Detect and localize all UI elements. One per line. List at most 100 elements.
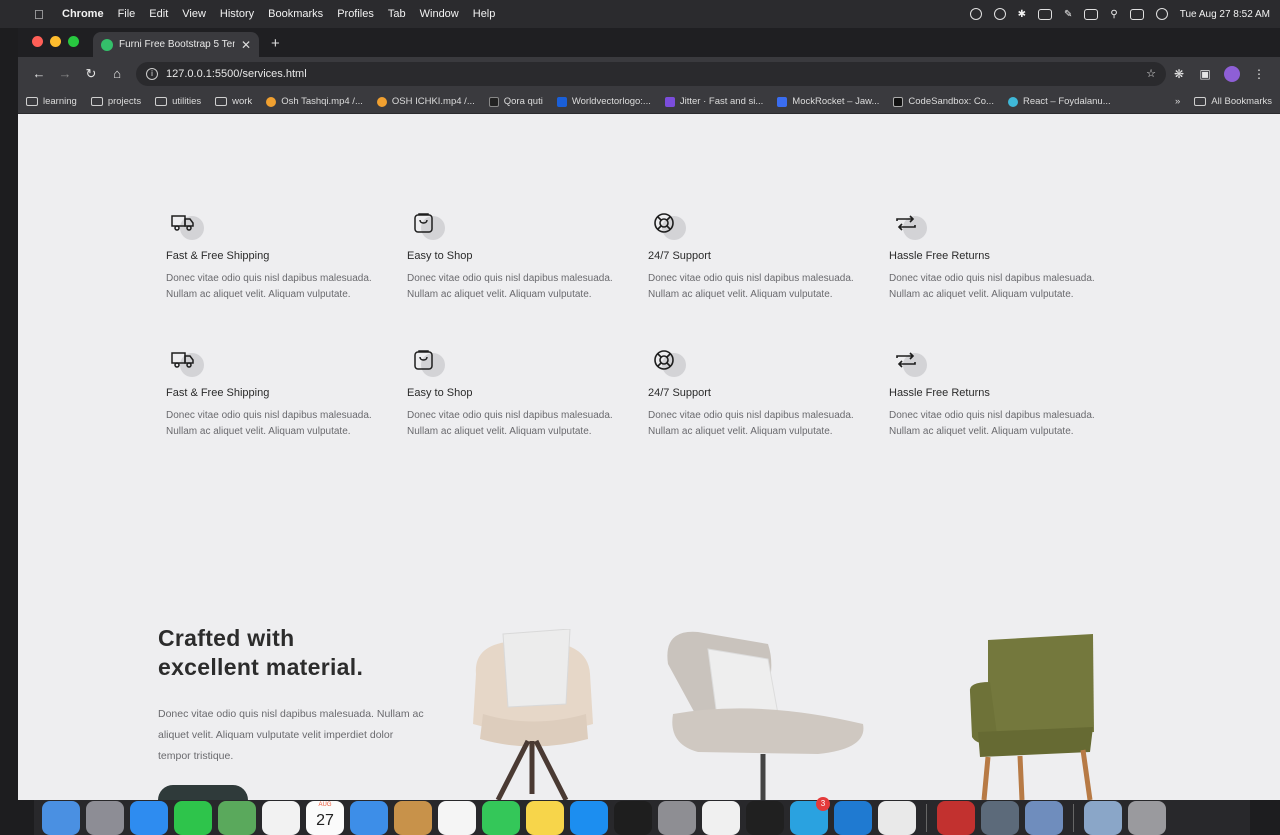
figma-icon[interactable] <box>614 800 652 835</box>
address-url[interactable]: 127.0.0.1:5500/services.html <box>166 68 1138 80</box>
app-store-icon[interactable] <box>570 800 608 835</box>
bookmark-folder-learning[interactable]: learning <box>26 96 77 107</box>
close-tab-icon[interactable]: ✕ <box>241 38 251 52</box>
finder-icon[interactable] <box>42 800 80 835</box>
bookmark-worldvectorlogo[interactable]: Worldvectorlogo:... <box>556 96 651 107</box>
forward-arrow-icon[interactable]: → <box>52 66 78 81</box>
chrome-tab-strip: Furni Free Bootstrap 5 Templ ✕ + <box>18 28 1280 57</box>
display-icon[interactable] <box>993 8 1006 20</box>
bag-icon <box>414 213 433 233</box>
reload-icon[interactable]: ↻ <box>78 66 104 82</box>
feature-title: Hassle Free Returns <box>889 250 990 262</box>
status-area: ✱ ✎ ⚲ Tue Aug 27 8:52 AM <box>969 8 1270 20</box>
feature-icon-wrap <box>889 343 933 381</box>
active-tab[interactable]: Furni Free Bootstrap 5 Templ ✕ <box>93 32 259 57</box>
zoom-window-button[interactable] <box>68 36 79 47</box>
vscode-icon[interactable] <box>834 800 872 835</box>
back-arrow-icon[interactable]: ← <box>26 66 52 81</box>
preview-icon[interactable] <box>981 800 1019 835</box>
feature-icon-wrap <box>407 343 451 381</box>
close-window-button[interactable] <box>32 36 43 47</box>
extension-icon[interactable]: ❋ <box>1166 67 1192 81</box>
menu-help[interactable]: Help <box>473 8 496 20</box>
explore-button[interactable] <box>158 785 248 800</box>
menu-tab[interactable]: Tab <box>388 8 406 20</box>
dictionary-icon[interactable] <box>937 800 975 835</box>
bookmark-label: Osh Tashqi.mp4 /... <box>281 96 363 107</box>
control-center-icon[interactable] <box>1129 8 1144 20</box>
extensions-puzzle-icon[interactable]: ▣ <box>1192 67 1218 81</box>
new-tab-button[interactable]: + <box>271 35 280 52</box>
chrome-menu-icon[interactable]: ⋮ <box>1246 67 1272 81</box>
mirror-app-icon[interactable] <box>702 800 740 835</box>
launchpad-icon[interactable] <box>86 800 124 835</box>
pen-icon[interactable]: ✎ <box>1064 9 1072 20</box>
reminders-icon[interactable] <box>438 800 476 835</box>
folder-icon <box>155 97 168 106</box>
menu-profiles[interactable]: Profiles <box>337 8 374 20</box>
siri-icon[interactable] <box>1155 8 1168 20</box>
mail-icon[interactable] <box>350 800 388 835</box>
menu-edit[interactable]: Edit <box>149 8 168 20</box>
menu-file[interactable]: File <box>118 8 136 20</box>
calendar-icon[interactable]: AUG 27 <box>306 800 344 835</box>
menu-app-chrome[interactable]: Chrome <box>62 8 104 20</box>
maps-icon[interactable] <box>218 800 256 835</box>
bookmarks-overflow-button[interactable]: » <box>1175 96 1180 107</box>
bookmark-jitter[interactable]: Jitter · Fast and si... <box>664 96 763 107</box>
grey-lounge-chair-image[interactable] <box>658 624 878 800</box>
feature-description: Donec vitae odio quis nisl dapibus males… <box>166 273 372 300</box>
all-bookmarks-button[interactable]: All Bookmarks <box>1194 96 1272 107</box>
spotlight-search-icon[interactable]: ⚲ <box>1110 9 1117 20</box>
address-bar[interactable]: i 127.0.0.1:5500/services.html ☆ <box>136 61 1166 86</box>
bookmark-osh-tashqi[interactable]: Osh Tashqi.mp4 /... <box>266 96 363 107</box>
downloads-stack-icon[interactable] <box>1025 800 1063 835</box>
notes-icon[interactable] <box>526 800 564 835</box>
bluetooth-icon[interactable]: ✱ <box>1018 9 1026 20</box>
terminal-icon[interactable] <box>746 800 784 835</box>
menu-history[interactable]: History <box>220 8 254 20</box>
bookmark-mockrocket[interactable]: MockRocket – Jaw... <box>777 96 879 107</box>
folder-icon <box>215 97 228 106</box>
menu-window[interactable]: Window <box>420 8 459 20</box>
feature-title: 24/7 Support <box>648 387 711 399</box>
bookmark-codesandbox[interactable]: CodeSandbox: Co... <box>893 96 994 107</box>
safari-icon[interactable] <box>130 800 168 835</box>
beige-armchair-image[interactable] <box>458 629 608 800</box>
menu-bookmarks[interactable]: Bookmarks <box>268 8 323 20</box>
menu-view[interactable]: View <box>182 8 206 20</box>
messages-icon[interactable] <box>174 800 212 835</box>
trash-icon[interactable] <box>1128 800 1166 835</box>
folder-icon <box>90 97 103 106</box>
crafted-heading-line1: Crafted with <box>158 625 295 651</box>
bookmark-osh-ichki[interactable]: OSH ICHKI.mp4 /... <box>376 96 475 107</box>
menubar-clock[interactable]: Tue Aug 27 8:52 AM <box>1180 9 1270 20</box>
feature-title: Fast & Free Shipping <box>166 250 270 262</box>
minimize-window-button[interactable] <box>50 36 61 47</box>
window-controls <box>18 36 93 57</box>
apple-menu-icon[interactable]:  <box>34 7 50 22</box>
bookmark-label: work <box>232 96 253 107</box>
input-source-icon[interactable] <box>1038 8 1053 20</box>
battery-icon[interactable] <box>1084 8 1099 20</box>
photos-icon[interactable] <box>262 800 300 835</box>
bookmark-folder-utilities[interactable]: utilities <box>155 96 201 107</box>
cloud-status-icon[interactable] <box>969 8 982 20</box>
bookmark-folder-work[interactable]: work <box>215 96 252 107</box>
bookmark-react[interactable]: React – Foydalanu... <box>1007 96 1111 107</box>
facetime-icon[interactable] <box>482 800 520 835</box>
site-info-icon[interactable]: i <box>146 67 158 80</box>
bookmark-qora-quti[interactable]: Qora quti <box>488 96 543 107</box>
feature-item: 24/7 Support Donec vitae odio quis nisl … <box>648 206 880 303</box>
system-settings-icon[interactable] <box>658 800 696 835</box>
feature-item: Hassle Free Returns Donec vitae odio qui… <box>889 206 1121 303</box>
profile-avatar[interactable] <box>1224 65 1240 82</box>
bookmark-star-icon[interactable]: ☆ <box>1146 67 1156 80</box>
chrome-icon[interactable] <box>878 800 916 835</box>
green-armchair-image[interactable] <box>958 632 1098 800</box>
telegram-icon[interactable]: 3 <box>790 796 830 835</box>
folder-stack-icon[interactable] <box>1084 800 1122 835</box>
home-icon[interactable]: ⌂ <box>104 66 130 81</box>
contacts-icon[interactable] <box>394 800 432 835</box>
bookmark-folder-projects[interactable]: projects <box>90 96 141 107</box>
